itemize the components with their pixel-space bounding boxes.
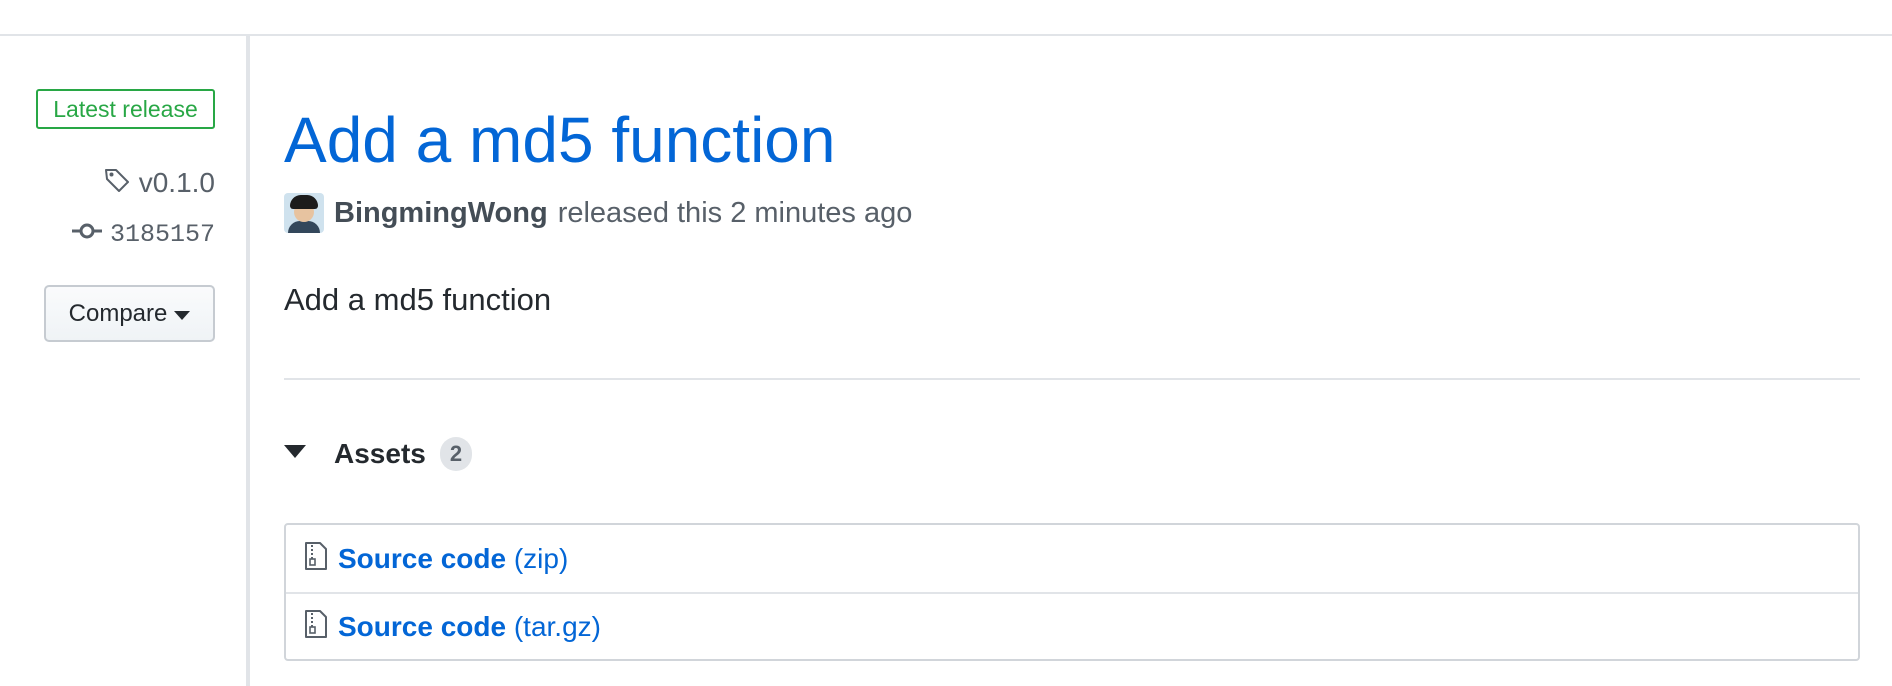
release-commit[interactable]: 3185157 — [71, 216, 215, 252]
compare-label: Compare — [68, 299, 168, 327]
asset-ext: (tar.gz) — [513, 610, 601, 642]
git-commit-icon — [71, 220, 102, 249]
asset-name: Source code — [338, 542, 507, 574]
asset-item[interactable]: Source code (zip) — [286, 525, 1858, 592]
released-text: released this 2 minutes ago — [557, 196, 913, 229]
commit-sha: 3185157 — [109, 219, 215, 249]
release-main: Add a md5 function BingmingWong released… — [284, 36, 1860, 682]
release-title[interactable]: Add a md5 function — [284, 100, 1284, 180]
release-tag[interactable]: v0.1.0 — [103, 163, 215, 203]
asset-ext: (zip) — [513, 542, 569, 574]
assets-toggle[interactable]: Assets 2 — [284, 434, 473, 474]
assets-list: Source code (zip) Source code (tar.gz) — [284, 523, 1860, 661]
asset-name: Source code — [338, 610, 507, 642]
tag-icon — [103, 166, 131, 201]
author-link[interactable]: BingmingWong — [334, 197, 548, 230]
asset-item[interactable]: Source code (tar.gz) — [286, 592, 1858, 659]
triangle-down-icon — [174, 300, 191, 328]
section-divider — [284, 378, 1860, 380]
tag-label: v0.1.0 — [138, 167, 215, 198]
timeline-divider — [246, 36, 250, 686]
assets-title: Assets — [334, 438, 426, 469]
asset-link[interactable]: Source code (zip) — [338, 543, 568, 575]
release-sidebar — [0, 36, 246, 682]
release-description: Add a md5 function — [284, 282, 552, 317]
release-byline: BingmingWong released this 2 minutes ago — [284, 191, 912, 235]
file-zip-icon — [304, 609, 328, 644]
file-zip-icon — [304, 541, 328, 576]
triangle-down-icon — [284, 444, 308, 465]
compare-button[interactable]: Compare — [44, 285, 215, 342]
latest-release-badge: Latest release — [36, 89, 215, 129]
avatar[interactable] — [284, 193, 324, 233]
assets-count-badge: 2 — [439, 437, 473, 471]
asset-link[interactable]: Source code (tar.gz) — [338, 611, 601, 643]
